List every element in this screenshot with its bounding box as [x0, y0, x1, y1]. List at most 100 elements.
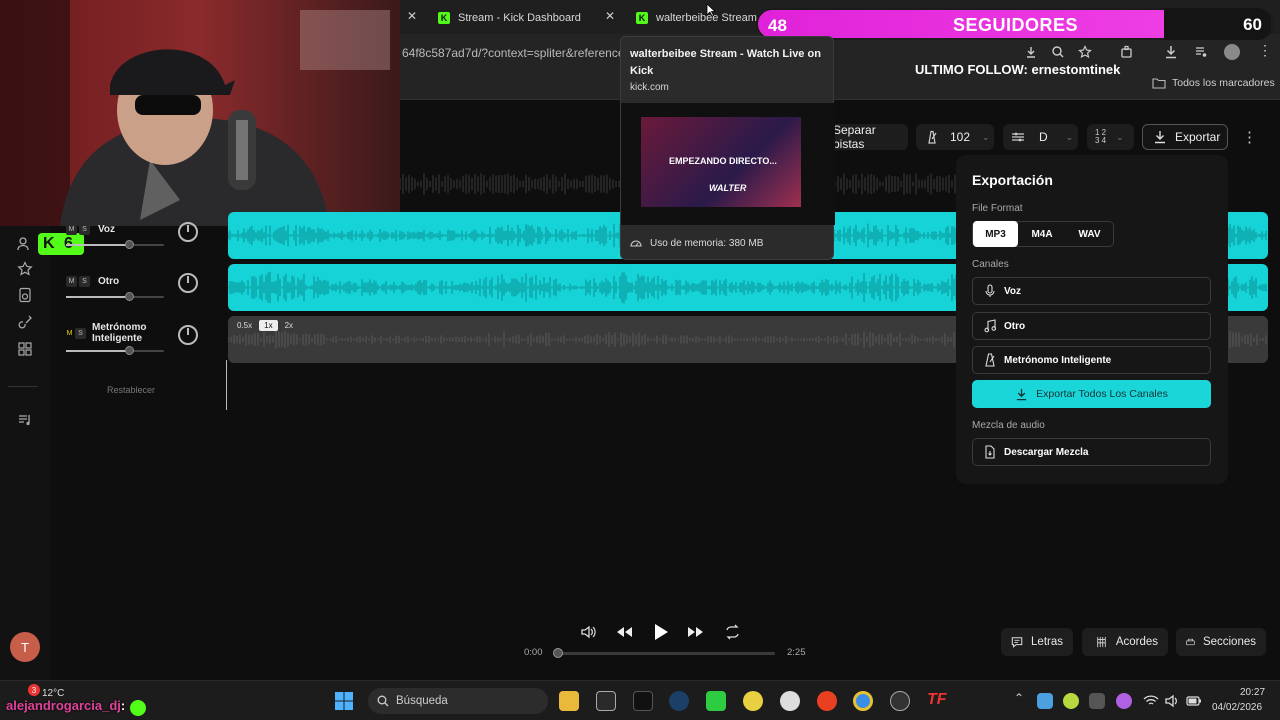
mute-button-metronomo[interactable]: M: [64, 328, 75, 339]
speed-option-1x[interactable]: 1x: [259, 320, 278, 331]
chords-button[interactable]: Acordes: [1082, 628, 1168, 656]
apps-grid-icon[interactable]: [17, 341, 33, 357]
time-signature-selector[interactable]: 1 23 4 ⌄: [1087, 124, 1134, 150]
tab-kick-dashboard[interactable]: K Stream - Kick Dashboard: [438, 6, 581, 30]
tray-app-icon[interactable]: [1089, 693, 1105, 709]
lyrics-button[interactable]: Letras: [1001, 628, 1073, 656]
pan-knob-otro[interactable]: [178, 273, 198, 293]
rewind-icon[interactable]: [615, 624, 633, 640]
export-channel-metronomo[interactable]: Metrónomo Inteligente: [972, 346, 1211, 374]
extensions-icon[interactable]: [1120, 45, 1134, 59]
volume-thumb-metronomo[interactable]: [124, 346, 134, 355]
mute-button-otro[interactable]: M: [66, 276, 77, 287]
mute-button-voz[interactable]: M: [66, 224, 77, 235]
guitar-icon[interactable]: [17, 314, 33, 330]
speed-option-0-5x[interactable]: 0.5x: [234, 320, 255, 331]
microphone-icon[interactable]: [1116, 693, 1132, 709]
sections-icon: [1186, 638, 1195, 646]
profile-avatar[interactable]: [1224, 44, 1240, 60]
wifi-icon[interactable]: [1143, 693, 1159, 709]
media-control-icon[interactable]: [1194, 45, 1208, 59]
solo-button-otro[interactable]: S: [79, 276, 90, 287]
loop-icon[interactable]: [724, 624, 741, 640]
capcut-icon[interactable]: [596, 691, 616, 711]
windows-start-icon[interactable]: [334, 691, 354, 711]
volume-slider-voz[interactable]: [66, 244, 164, 246]
more-options-icon[interactable]: ⋮: [1242, 128, 1257, 146]
file-explorer-icon[interactable]: [559, 691, 579, 711]
obs-icon[interactable]: [780, 691, 800, 711]
key-selector[interactable]: D ⌄: [1003, 124, 1078, 150]
speaker-volume-icon[interactable]: [1164, 693, 1180, 709]
all-bookmarks-link[interactable]: Todos los marcadores: [1172, 77, 1275, 89]
volume-thumb-otro[interactable]: [124, 292, 134, 301]
browser-menu-icon[interactable]: ⋮: [1258, 42, 1272, 59]
tray-app-icon[interactable]: [1063, 693, 1079, 709]
steam-icon[interactable]: [669, 691, 689, 711]
format-wav-button[interactable]: WAV: [1066, 221, 1113, 247]
chat-separator: :: [120, 698, 126, 713]
export-channel-voz[interactable]: Voz: [972, 277, 1211, 305]
stream-deck-icon[interactable]: [890, 691, 910, 711]
bpm-selector[interactable]: 102 ⌄: [916, 124, 994, 150]
user-avatar[interactable]: T: [10, 632, 40, 662]
speed-option-2x[interactable]: 2x: [282, 320, 296, 331]
ableton-icon[interactable]: [743, 691, 763, 711]
volume-thumb-voz[interactable]: [124, 240, 134, 249]
progress-bar[interactable]: [558, 652, 775, 655]
fast-forward-icon[interactable]: [687, 624, 705, 640]
chat-username: alejandrogarcia_dj:: [6, 698, 125, 713]
users-icon[interactable]: [17, 236, 33, 252]
sections-label: Secciones: [1202, 636, 1256, 648]
download-mix-label: Descargar Mezcla: [1004, 446, 1089, 458]
kick-app-icon[interactable]: [706, 691, 726, 711]
tf-app-icon[interactable]: TF: [927, 691, 947, 711]
close-tab-icon[interactable]: ✕: [407, 9, 417, 23]
solo-button-voz[interactable]: S: [79, 224, 90, 235]
playhead[interactable]: [226, 360, 227, 410]
volume-slider-metronomo[interactable]: [66, 350, 164, 352]
track-name-otro: Otro: [98, 276, 120, 287]
clock-time[interactable]: 20:27: [1240, 687, 1265, 698]
zoom-icon[interactable]: [1051, 45, 1065, 59]
progress-thumb[interactable]: [553, 648, 563, 658]
music-note-icon: [984, 319, 996, 333]
format-m4a-button[interactable]: M4A: [1020, 221, 1064, 247]
sections-button[interactable]: Secciones: [1176, 628, 1266, 656]
clock-date[interactable]: 04/02/2026: [1212, 702, 1262, 713]
download-mix-button[interactable]: Descargar Mezcla: [972, 438, 1211, 466]
chrome-icon[interactable]: [853, 691, 873, 711]
solo-button-metronomo[interactable]: S: [75, 328, 86, 339]
play-icon[interactable]: [653, 623, 669, 641]
last-follow-label: ULTIMO FOLLOW: ernestomtinek: [915, 62, 1121, 77]
memory-gauge-icon: [630, 240, 642, 247]
battery-icon[interactable]: [1186, 693, 1202, 709]
close-tab-icon[interactable]: ✕: [605, 9, 615, 23]
export-channel-otro[interactable]: Otro: [972, 312, 1211, 340]
chevron-up-icon[interactable]: ⌃: [1014, 691, 1024, 705]
playlist-icon[interactable]: [17, 412, 33, 428]
star-bookmark-icon[interactable]: [1078, 45, 1092, 59]
followers-goal-box: 60: [1164, 8, 1272, 40]
pan-knob-voz[interactable]: [178, 222, 198, 242]
firefox-icon[interactable]: [817, 691, 837, 711]
volume-slider-otro[interactable]: [66, 296, 164, 298]
kick-logo-icon: K: [43, 235, 55, 252]
pan-knob-metronomo[interactable]: [178, 325, 198, 345]
star-icon[interactable]: [17, 261, 33, 277]
reset-button[interactable]: Restablecer: [107, 385, 155, 395]
downloads-icon[interactable]: [1164, 45, 1178, 59]
tiktok-icon[interactable]: [633, 691, 653, 711]
tab-walterbeibee-stream[interactable]: K walterbeibee Stream -: [636, 6, 764, 30]
export-all-channels-button[interactable]: Exportar Todos Los Canales: [972, 380, 1211, 408]
separate-tracks-button[interactable]: Separar pistas: [830, 123, 908, 151]
tray-app-icon[interactable]: [1037, 693, 1053, 709]
taskbar-search[interactable]: Búsqueda: [368, 688, 548, 714]
divider: [8, 386, 38, 387]
format-mp3-button[interactable]: MP3: [973, 221, 1018, 247]
url-field[interactable]: 64f8c587ad7d/?context=spliter&reference: [402, 46, 625, 60]
speaker-icon[interactable]: [17, 287, 33, 303]
volume-icon[interactable]: [580, 624, 596, 640]
download-icon[interactable]: [1024, 45, 1038, 59]
export-button[interactable]: Exportar: [1142, 124, 1228, 150]
